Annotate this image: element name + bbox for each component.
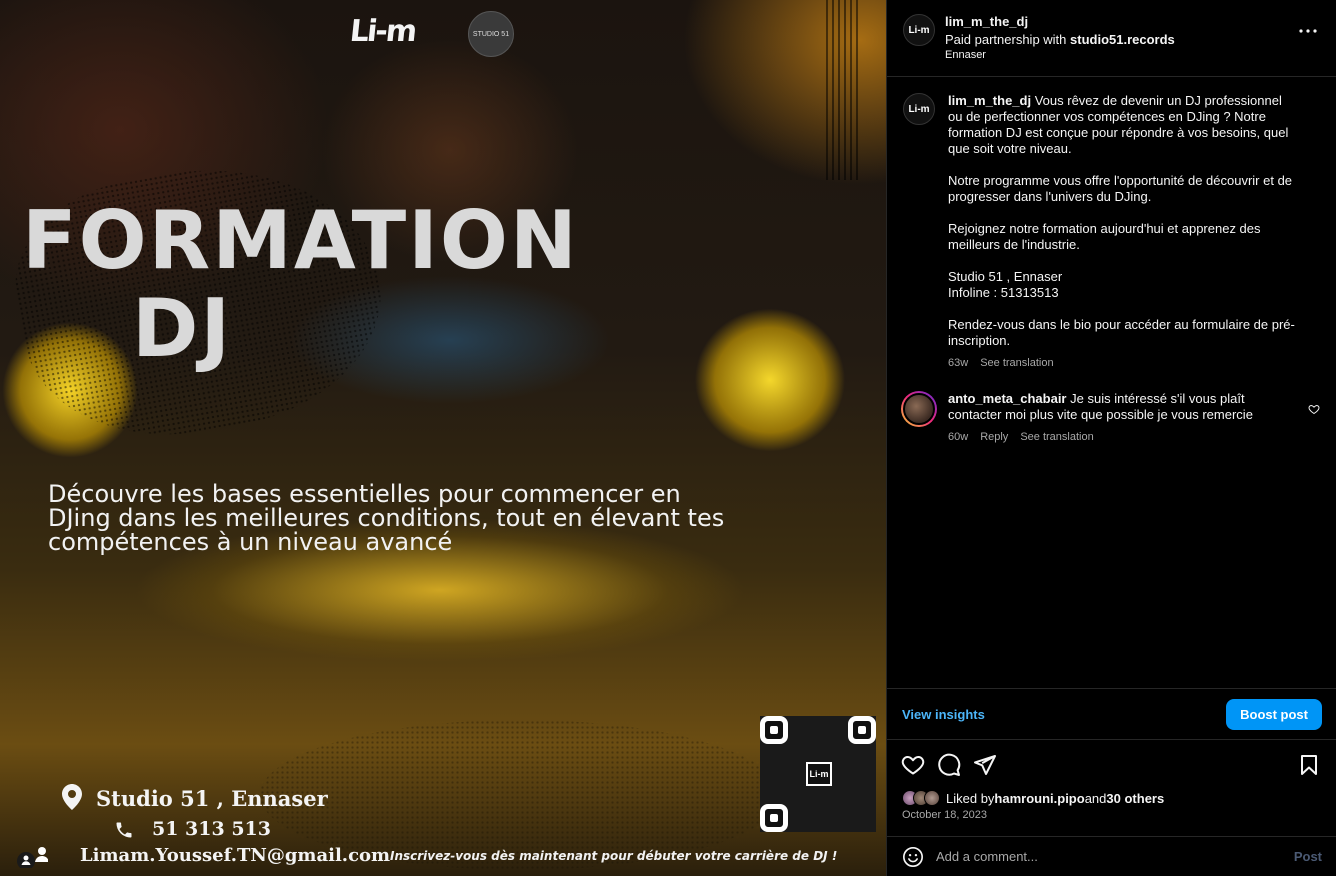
author-username[interactable]: lim_m_the_dj — [945, 14, 1175, 29]
qr-finder-top-left — [760, 716, 788, 744]
insights-bar: View insights Boost post — [887, 688, 1336, 740]
caption-paragraph-5: Rendez-vous dans le bio pour accéder au … — [948, 317, 1295, 348]
comments-section[interactable]: Li-m lim_m_the_dj Vous rêvez de devenir … — [887, 77, 1336, 687]
caption-paragraph-3: Rejoignez notre formation aujourd'hui et… — [948, 221, 1261, 252]
post-image[interactable]: Li-m STUDIO 51 FORMATION DJ Découvre les… — [0, 0, 886, 876]
phone-icon — [116, 822, 132, 838]
caption-paragraph-2: Notre programme vous offre l'opportunité… — [948, 173, 1293, 204]
post-location[interactable]: Ennaser — [945, 49, 1175, 61]
commenter-username[interactable]: anto_meta_chabair — [948, 391, 1067, 406]
promo-subtext: Découvre les bases essentielles pour com… — [48, 480, 725, 556]
view-insights-link[interactable]: View insights — [902, 707, 985, 722]
add-comment-input[interactable] — [936, 849, 1294, 864]
post-actions — [887, 748, 1336, 782]
post-header: Li-m lim_m_the_dj Paid partnership with … — [887, 0, 1336, 77]
qr-finder-top-right — [848, 716, 876, 744]
studio-logo: STUDIO 51 — [468, 11, 514, 57]
comment-meta: 60w Reply See translation — [948, 429, 1288, 445]
liker-avatars — [902, 790, 940, 806]
emoji-icon[interactable] — [902, 846, 924, 868]
add-comment-bar: Post — [887, 836, 1336, 876]
boost-post-button[interactable]: Boost post — [1226, 698, 1322, 730]
share-icon[interactable] — [973, 753, 997, 777]
studio-logo-text: STUDIO 51 — [472, 30, 510, 38]
post-caption: Li-m lim_m_the_dj Vous rêvez de devenir … — [903, 93, 1320, 371]
post-comment-button[interactable]: Post — [1294, 849, 1322, 864]
comment-reply-button[interactable]: Reply — [980, 429, 1008, 445]
post-date[interactable]: October 18, 2023 — [902, 809, 987, 821]
qr-center-logo: Li-m — [806, 762, 832, 786]
save-icon[interactable] — [1297, 753, 1321, 777]
contact-email: Limam.Youssef.TN@gmail.com — [80, 845, 391, 866]
heart-icon[interactable] — [901, 753, 925, 777]
headline-formation: FORMATION — [22, 194, 579, 287]
headline-dj: DJ — [132, 282, 233, 375]
commenter-avatar[interactable] — [901, 391, 937, 427]
partnership-prefix: Paid partnership with — [945, 32, 1071, 47]
comment-item: anto_meta_chabair Je suis intéressé s'il… — [901, 391, 1320, 445]
author-avatar-text: Li-m — [908, 24, 930, 36]
comment-see-translation[interactable]: See translation — [1020, 429, 1093, 445]
likes-others[interactable]: 30 others — [1106, 791, 1164, 806]
likes-user[interactable]: hamrouni.pipo — [994, 791, 1084, 806]
likes-prefix: Liked by — [946, 790, 995, 806]
caption-age[interactable]: 63w — [948, 355, 968, 371]
comment-like-heart-icon[interactable] — [1308, 403, 1320, 415]
caption-address: Studio 51 , Ennaser — [948, 269, 1063, 284]
partner-link[interactable]: studio51.records — [1070, 32, 1175, 47]
contact-phone: 51 313 513 — [152, 818, 271, 840]
caption-meta: 63w See translation — [948, 355, 1298, 371]
post-details-panel: Li-m lim_m_the_dj Paid partnership with … — [886, 0, 1336, 876]
comment-age[interactable]: 60w — [948, 429, 968, 445]
likes-summary[interactable]: Liked by hamrouni.pipo and 30 others — [902, 790, 1164, 806]
caption-avatar-text: Li-m — [908, 103, 930, 115]
paid-partnership-label: Paid partnership with studio51.records — [945, 32, 1175, 47]
location-pin-icon — [62, 784, 82, 810]
tag-people-icon[interactable] — [12, 844, 50, 870]
likes-middle: and — [1084, 790, 1107, 806]
qr-code: Li-m — [760, 716, 876, 832]
author-avatar[interactable]: Li-m — [903, 14, 935, 46]
caption-username[interactable]: lim_m_the_dj — [948, 93, 1031, 108]
instagram-post-modal: Li-m STUDIO 51 FORMATION DJ Découvre les… — [0, 0, 1336, 876]
stripe-decoration — [826, 0, 860, 180]
qr-finder-bottom-left — [760, 804, 788, 832]
contact-address: Studio 51 , Ennaser — [96, 786, 328, 811]
cta-text: Inscrivez-vous dès maintenant pour début… — [390, 849, 838, 863]
caption-see-translation[interactable]: See translation — [980, 355, 1053, 371]
comment-icon[interactable] — [937, 753, 961, 777]
more-options-icon[interactable] — [1298, 26, 1318, 36]
caption-author-avatar[interactable]: Li-m — [903, 93, 935, 125]
caption-infoline: Infoline : 51313513 — [948, 285, 1059, 300]
lim-logo: Li-m — [348, 14, 417, 49]
